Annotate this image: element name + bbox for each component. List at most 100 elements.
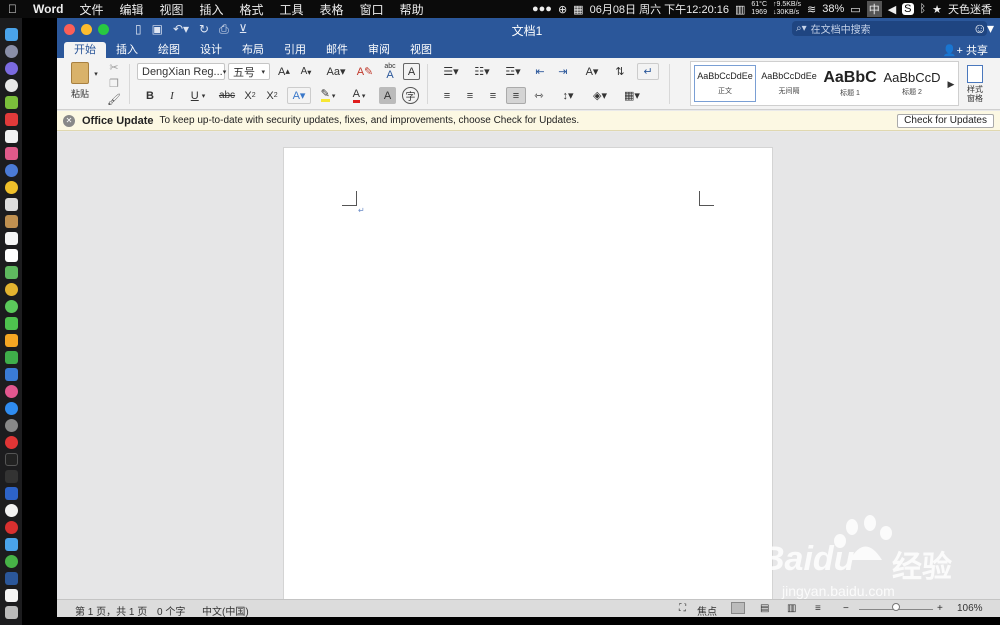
netease-music-icon[interactable] (4, 521, 18, 534)
font-size-select[interactable]: 五号 ▾ (228, 63, 270, 80)
share-button[interactable]: 👤+ 共享 (943, 42, 988, 58)
zoom-percent[interactable]: 106% (957, 603, 983, 614)
strikethrough-button[interactable]: abc (215, 87, 239, 104)
page-count[interactable]: 第 1 页，共 1 页 (75, 603, 147, 617)
text-effects-icon[interactable]: A▾ (287, 87, 311, 104)
bullets-icon[interactable]: ☰▾ (437, 63, 465, 80)
document-page[interactable]: ↵ (283, 147, 773, 607)
input-method[interactable]: 中 (866, 1, 882, 17)
feedback-smiley-icon[interactable]: ☺▾ (973, 20, 994, 37)
tab-draw[interactable]: 绘图 (148, 42, 190, 58)
enclosed-character-icon[interactable]: 字 (402, 87, 419, 104)
maps-icon[interactable] (4, 266, 18, 279)
activity-monitor-icon[interactable] (4, 470, 18, 483)
align-left-icon[interactable]: ≡ (437, 87, 457, 104)
menu-format[interactable]: 格式 (232, 1, 272, 18)
books-icon[interactable] (4, 215, 18, 228)
copy-icon[interactable]: ❐ (106, 76, 122, 90)
clear-formatting-icon[interactable]: A✎ (355, 63, 375, 80)
styles-pane-button[interactable]: 样式 窗格 (961, 61, 989, 106)
browser-icon[interactable] (4, 164, 18, 177)
volume-icon[interactable]: ◀ (888, 3, 896, 16)
wifi-icon[interactable]: ≋ (807, 3, 816, 16)
word-count[interactable]: 0 个字 (157, 603, 185, 617)
change-case-icon[interactable]: Aa▾ (322, 63, 350, 80)
grow-font-icon[interactable]: A ▴ (274, 63, 294, 80)
apple-menu-icon[interactable]:  (0, 2, 25, 16)
close-window-button[interactable] (64, 23, 75, 35)
yandex-icon[interactable] (4, 504, 18, 517)
superscript-button[interactable]: X 2 (263, 87, 281, 104)
photos-icon[interactable] (4, 147, 18, 160)
bluetooth-icon[interactable]: ᛒ (920, 3, 927, 15)
tab-home[interactable]: 开始 (64, 42, 106, 58)
line-spacing-icon[interactable]: ↕▾ (555, 87, 581, 104)
textedit-icon[interactable] (4, 249, 18, 262)
web-layout-icon[interactable]: ▤ (760, 603, 769, 614)
menu-insert[interactable]: 插入 (192, 1, 232, 18)
tab-design[interactable]: 设计 (190, 42, 232, 58)
undo-icon[interactable]: ↶▾ (173, 22, 189, 36)
print-layout-icon[interactable] (731, 602, 745, 614)
print-icon[interactable]: ⎙ (219, 22, 229, 37)
app-grid-icon[interactable]: ▥ (735, 3, 745, 16)
wechat-work-icon[interactable] (4, 555, 18, 568)
pages-icon[interactable] (4, 334, 18, 347)
close-notice-icon[interactable]: ✕ (63, 114, 75, 127)
terminal-icon[interactable] (4, 453, 18, 466)
numbering-icon[interactable]: ☷▾ (468, 63, 496, 80)
paste-button[interactable]: 粘贴 (63, 60, 97, 102)
siri-icon[interactable] (4, 62, 18, 75)
menu-edit[interactable]: 编辑 (111, 1, 151, 18)
menu-window[interactable]: 窗口 (352, 1, 392, 18)
zoom-window-button[interactable] (98, 23, 109, 35)
menu-tools[interactable]: 工具 (272, 1, 312, 18)
style-heading-1[interactable]: AaBbC 标题 1 (819, 65, 881, 102)
phonetic-guide-button[interactable]: abc A (380, 61, 400, 81)
distributed-icon[interactable]: ⇿ (529, 87, 549, 104)
borders-icon[interactable]: ▦▾ (617, 87, 647, 104)
format-painter-icon[interactable]: 🖌 (106, 92, 122, 106)
vivaldi-icon[interactable] (4, 436, 18, 449)
customize-toolbar-icon[interactable]: ⊻ (239, 22, 248, 36)
keynote-icon[interactable] (4, 368, 18, 381)
tab-references[interactable]: 引用 (274, 42, 316, 58)
weibo-icon[interactable] (4, 113, 18, 126)
tab-insert[interactable]: 插入 (106, 42, 148, 58)
messages-icon[interactable] (4, 300, 18, 313)
style-no-spacing[interactable]: AaBbCcDdEe 无间隔 (758, 65, 820, 102)
sidebar-toggle-icon[interactable]: ▯ (135, 22, 142, 36)
style-normal[interactable]: AaBbCcDdEe 正文 (694, 65, 756, 102)
zoom-slider-knob[interactable] (892, 603, 900, 611)
vpn-icon[interactable] (4, 487, 18, 500)
menu-help[interactable]: 帮助 (392, 1, 432, 18)
tab-view[interactable]: 视图 (400, 42, 442, 58)
appstore-icon[interactable] (4, 402, 18, 415)
document-icon[interactable] (4, 589, 18, 602)
focus-mode-label[interactable]: 焦点 (697, 603, 717, 617)
bold-button[interactable]: B (141, 87, 159, 104)
tab-layout[interactable]: 布局 (232, 42, 274, 58)
itunes-icon[interactable] (4, 385, 18, 398)
preferences-icon[interactable] (4, 419, 18, 432)
chrome-icon[interactable] (4, 181, 18, 194)
styles-more-icon[interactable]: ▶ (945, 76, 957, 92)
draft-view-icon[interactable]: ▥ (787, 603, 796, 614)
style-heading-2[interactable]: AaBbCcD 标题 2 (881, 65, 943, 102)
sort-icon[interactable]: ⇅ (610, 63, 630, 80)
outline-view-icon[interactable]: ≡ (815, 603, 821, 614)
app-menu-word[interactable]: Word (25, 2, 71, 16)
launchpad-icon[interactable] (4, 45, 18, 58)
safari-icon[interactable] (4, 79, 18, 92)
control-strip-icon[interactable]: ●●● (532, 3, 552, 15)
align-right-icon[interactable]: ≡ (483, 87, 503, 104)
character-border-icon[interactable]: A (403, 63, 420, 80)
word-icon[interactable] (4, 572, 18, 585)
italic-button[interactable]: I (163, 87, 181, 104)
reminders-icon[interactable] (4, 232, 18, 245)
numbers-icon[interactable] (4, 351, 18, 364)
redo-icon[interactable]: ↻ (199, 22, 209, 36)
chrome-alt-icon[interactable] (4, 283, 18, 296)
shading-icon[interactable]: ◈▾ (587, 87, 613, 104)
underline-button[interactable]: U ▾ (185, 87, 211, 104)
